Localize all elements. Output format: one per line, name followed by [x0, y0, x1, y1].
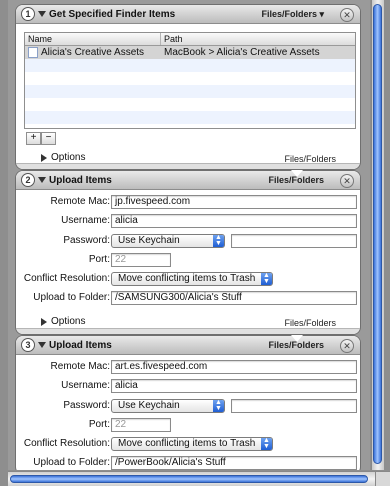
item-name: Alicia's Creative Assets	[41, 47, 145, 58]
popup-arrows-icon: ▲ ▼	[261, 437, 272, 450]
disclosure-triangle-icon[interactable]	[38, 11, 46, 17]
options-label: Options	[51, 152, 86, 163]
conflict-resolution-row: Conflict Resolution: Move conflicting it…	[16, 437, 360, 451]
action-header[interactable]: 2 Upload Items Files/Folders ✕	[16, 171, 360, 190]
remove-item-button[interactable]: −	[41, 132, 56, 145]
username-label: Username:	[61, 215, 110, 226]
disclosure-triangle-icon[interactable]	[41, 317, 47, 326]
empty-row	[25, 85, 355, 98]
password-popup-value: Use Keychain	[118, 400, 180, 411]
column-header-name[interactable]: Name	[25, 33, 161, 45]
password-field[interactable]	[231, 234, 357, 248]
popup-arrows-icon: ▲ ▼	[213, 234, 224, 247]
workflow-canvas: 1 Get Specified Finder Items Files/Folde…	[8, 0, 370, 470]
folder-icon	[28, 46, 38, 58]
password-label: Password:	[63, 235, 110, 246]
disclosure-triangle-icon[interactable]	[41, 153, 47, 162]
options-disclosure[interactable]: Options	[41, 152, 85, 163]
username-label: Username:	[61, 380, 110, 391]
empty-row	[25, 111, 355, 124]
horizontal-scrollbar[interactable]	[8, 471, 382, 486]
output-type-label: Files/Folders	[284, 318, 336, 328]
table-cell-name: Alicia's Creative Assets	[25, 46, 161, 59]
upload-folder-label: Upload to Folder:	[33, 292, 110, 303]
close-action-button[interactable]: ✕	[340, 174, 354, 188]
conflict-resolution-label: Conflict Resolution:	[23, 438, 110, 449]
port-field[interactable]: 22	[111, 253, 171, 267]
disclosure-triangle-icon[interactable]	[38, 342, 46, 348]
conflict-resolution-popup[interactable]: Move conflicting items to Trash ▲ ▼	[111, 272, 273, 286]
empty-row	[25, 59, 355, 72]
step-number: 3	[21, 338, 35, 352]
upload-folder-label: Upload to Folder:	[33, 457, 110, 468]
password-popup-value: Use Keychain	[118, 235, 180, 246]
upload-folder-row: Upload to Folder: /PowerBook/Alicia's St…	[16, 456, 360, 470]
conflict-resolution-label: Conflict Resolution:	[23, 273, 110, 284]
action-upload-items-2[interactable]: 3 Upload Items Files/Folders ✕ Remote Ma…	[15, 335, 361, 470]
table-row[interactable]: Alicia's Creative Assets MacBook > Alici…	[25, 46, 355, 59]
step-number: 2	[21, 173, 35, 187]
close-action-button[interactable]: ✕	[340, 339, 354, 353]
remote-mac-field[interactable]: jp.fivespeed.com	[111, 195, 357, 209]
upload-folder-row: Upload to Folder: /SAMSUNG300/Alicia's S…	[16, 291, 360, 305]
connector-notch	[291, 335, 303, 342]
empty-row	[25, 98, 355, 111]
options-disclosure[interactable]: Options	[41, 316, 85, 327]
popup-arrows-icon: ▲ ▼	[261, 272, 272, 285]
username-field[interactable]: alicia	[111, 214, 357, 228]
port-field[interactable]: 22	[111, 418, 171, 432]
conflict-resolution-popup[interactable]: Move conflicting items to Trash ▲ ▼	[111, 437, 273, 451]
action-header[interactable]: 1 Get Specified Finder Items Files/Folde…	[16, 5, 360, 24]
action-title: Get Specified Finder Items	[49, 8, 176, 20]
upload-folder-field[interactable]: /PowerBook/Alicia's Stuff	[111, 456, 357, 470]
username-row: Username: alicia	[16, 379, 360, 393]
port-row: Port: 22	[16, 418, 360, 432]
conflict-resolution-value: Move conflicting items to Trash	[118, 438, 256, 449]
options-label: Options	[51, 316, 86, 327]
remote-mac-row: Remote Mac: art.es.fivespeed.com	[16, 360, 360, 374]
conflict-resolution-row: Conflict Resolution: Move conflicting it…	[16, 272, 360, 286]
table-header: Name Path	[25, 33, 355, 46]
finder-items-table[interactable]: Name Path Alicia's Creative Assets MacBo…	[24, 32, 356, 129]
password-label: Password:	[63, 400, 110, 411]
action-upload-items-1[interactable]: 2 Upload Items Files/Folders ✕ Remote Ma…	[15, 170, 361, 335]
port-label: Port:	[88, 254, 110, 265]
action-footer	[16, 163, 360, 169]
table-cell-path: MacBook > Alicia's Creative Assets	[164, 47, 320, 58]
connector-notch	[291, 170, 303, 177]
remote-mac-row: Remote Mac: jp.fivespeed.com	[16, 195, 360, 209]
upload-folder-field[interactable]: /SAMSUNG300/Alicia's Stuff	[111, 291, 357, 305]
password-row: Password: Use Keychain ▲ ▼	[16, 234, 360, 248]
vertical-scroll-thumb[interactable]	[373, 4, 382, 464]
username-row: Username: alicia	[16, 214, 360, 228]
popup-arrows-icon: ▲ ▼	[213, 399, 224, 412]
resize-corner[interactable]	[375, 471, 390, 486]
column-header-path[interactable]: Path	[161, 33, 355, 45]
password-popup[interactable]: Use Keychain ▲ ▼	[111, 234, 225, 248]
input-type-menu[interactable]: Files/Folders ▾	[261, 9, 324, 20]
password-field[interactable]	[231, 399, 357, 413]
action-title: Upload Items	[49, 339, 112, 351]
action-header[interactable]: 3 Upload Items Files/Folders ✕	[16, 336, 360, 355]
port-row: Port: 22	[16, 253, 360, 267]
vertical-scrollbar[interactable]	[371, 0, 384, 470]
action-get-specified-finder-items[interactable]: 1 Get Specified Finder Items Files/Folde…	[15, 4, 361, 170]
action-footer	[16, 328, 360, 334]
password-row: Password: Use Keychain ▲ ▼	[16, 399, 360, 413]
password-popup[interactable]: Use Keychain ▲ ▼	[111, 399, 225, 413]
conflict-resolution-value: Move conflicting items to Trash	[118, 273, 256, 284]
remote-mac-label: Remote Mac:	[50, 196, 110, 207]
close-action-button[interactable]: ✕	[340, 8, 354, 22]
port-label: Port:	[88, 419, 110, 430]
action-title: Upload Items	[49, 174, 112, 186]
add-item-button[interactable]: +	[26, 132, 41, 145]
disclosure-triangle-icon[interactable]	[38, 177, 46, 183]
remote-mac-label: Remote Mac:	[50, 361, 110, 372]
remote-mac-field[interactable]: art.es.fivespeed.com	[111, 360, 357, 374]
empty-row	[25, 72, 355, 85]
step-number: 1	[21, 7, 35, 21]
horizontal-scroll-thumb[interactable]	[10, 475, 368, 483]
username-field[interactable]: alicia	[111, 379, 357, 393]
